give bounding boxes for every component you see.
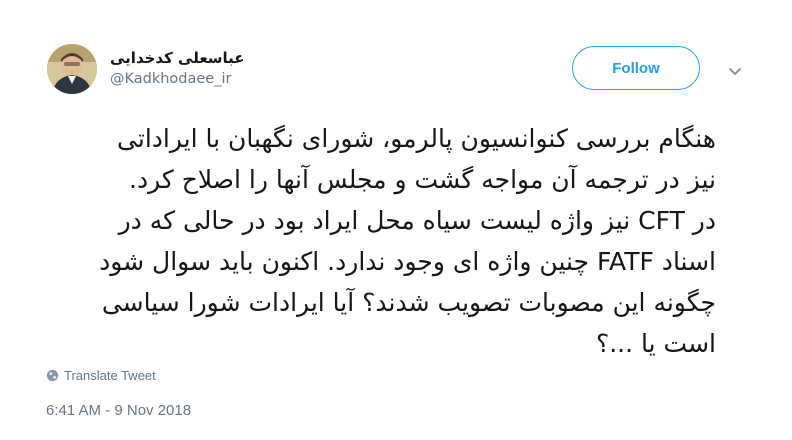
translate-label[interactable]: Translate Tweet bbox=[64, 368, 156, 383]
profile-photo-icon bbox=[47, 44, 97, 94]
avatar[interactable] bbox=[47, 44, 97, 94]
tweet-line: اسناد FATF چنین واژه ای وجود ندارد. اکنو… bbox=[99, 247, 716, 276]
more-options-chevron[interactable] bbox=[726, 64, 744, 78]
user-display-name[interactable]: عباسعلی کدخدایی bbox=[110, 49, 245, 67]
chevron-down-icon bbox=[729, 68, 741, 75]
tweet-line: است یا ...؟ bbox=[595, 329, 716, 358]
user-handle[interactable]: @Kadkhodaee_ir bbox=[110, 71, 231, 87]
tweet-line: در CFT نیز واژه لیست سیاه محل ایراد بود … bbox=[118, 206, 716, 235]
tweet-timestamp[interactable]: 6:41 AM - 9 Nov 2018 bbox=[46, 402, 191, 419]
tweet-line: نیز در ترجمه آن مواجه گشت و مجلس آنها را… bbox=[129, 165, 716, 194]
tweet-line: چگونه این مصوبات تصویب شدند؟ آیا ایرادات… bbox=[101, 288, 716, 317]
follow-button[interactable]: Follow bbox=[572, 46, 700, 90]
tweet-text: هنگام بررسی کنوانسیون پالرمو، شورای نگهب… bbox=[46, 118, 716, 364]
translate-tweet-link[interactable]: Translate Tweet bbox=[46, 368, 156, 383]
tweet-line: هنگام بررسی کنوانسیون پالرمو، شورای نگهب… bbox=[117, 124, 716, 153]
globe-icon bbox=[46, 369, 59, 382]
